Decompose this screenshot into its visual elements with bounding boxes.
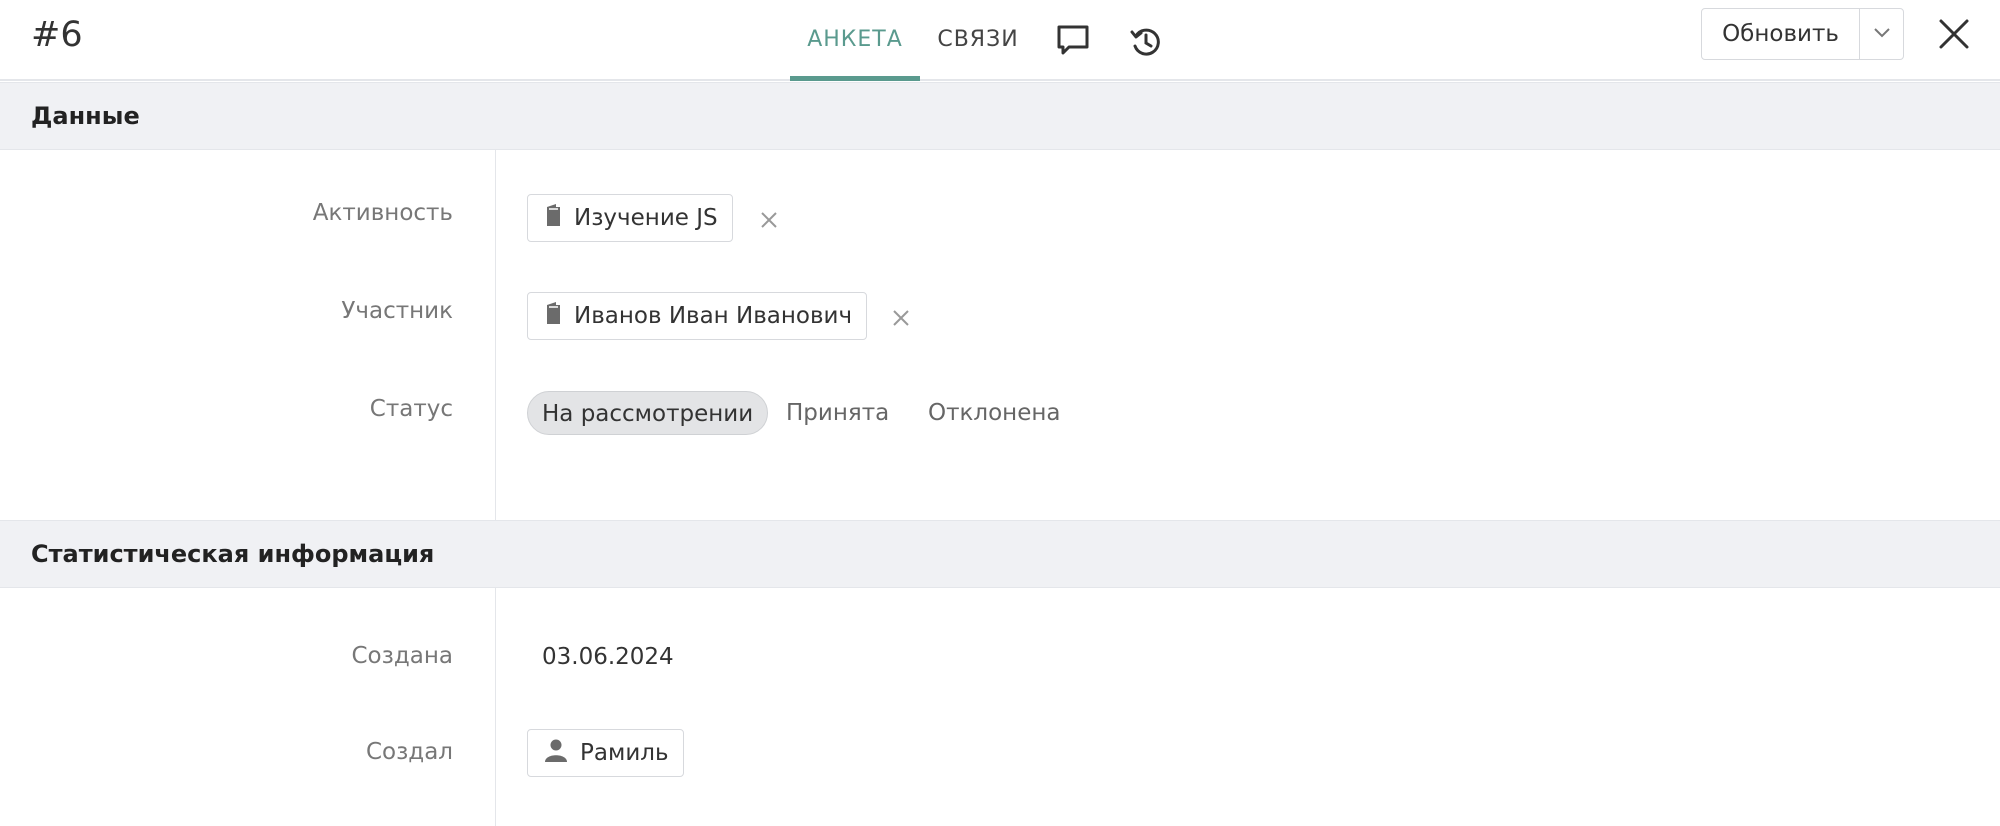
close-icon	[893, 310, 909, 326]
participant-chip[interactable]: Иванов Иван Иванович	[527, 292, 868, 340]
field-label-created-by: Создал	[365, 739, 453, 765]
section-header-data: Данные	[0, 82, 2000, 150]
field-label-created: Создана	[351, 643, 454, 669]
created-by-chip[interactable]: Рамиль	[527, 729, 684, 777]
remove-activity-button[interactable]	[759, 210, 779, 230]
field-label-status: Статус	[369, 396, 453, 422]
section-title: Статистическая информация	[31, 540, 435, 568]
close-icon	[1937, 19, 1971, 55]
column-divider	[495, 588, 496, 826]
field-label-activity: Активность	[312, 200, 453, 226]
tab-anketa[interactable]: АНКЕТА	[790, 0, 920, 81]
section-body-data: Активность Изучение JS Участник Иванов И…	[0, 150, 2000, 520]
book-icon	[544, 301, 562, 331]
close-button[interactable]	[1937, 17, 1971, 51]
update-button-group: Обновить	[1701, 8, 1904, 60]
status-option-review[interactable]: На рассмотрении	[527, 391, 769, 435]
section-title: Данные	[31, 102, 140, 130]
user-icon	[544, 738, 568, 768]
record-header: #6 АНКЕТА СВЯЗИ Обновить	[0, 0, 2000, 81]
book-icon	[544, 203, 562, 233]
activity-value: Изучение JS	[574, 205, 718, 231]
update-button[interactable]: Обновить	[1702, 9, 1859, 59]
remove-participant-button[interactable]	[891, 308, 911, 328]
created-by-value: Рамиль	[580, 740, 669, 766]
record-id: #6	[31, 15, 83, 55]
field-label-participant: Участник	[341, 298, 453, 324]
created-date: 03.06.2024	[542, 644, 674, 670]
history-icon[interactable]	[1130, 26, 1162, 62]
tab-links[interactable]: СВЯЗИ	[930, 0, 1026, 81]
column-divider	[495, 150, 496, 520]
update-dropdown-toggle[interactable]	[1859, 9, 1904, 59]
status-option-accepted[interactable]: Принята	[786, 391, 889, 435]
activity-chip[interactable]: Изучение JS	[527, 194, 733, 242]
participant-value: Иванов Иван Иванович	[574, 303, 853, 329]
close-icon	[761, 212, 777, 228]
section-body-stats: Создана 03.06.2024 Создал Рамиль	[0, 588, 2000, 826]
section-header-stats: Статистическая информация	[0, 520, 2000, 588]
comment-icon[interactable]	[1056, 24, 1090, 60]
status-option-rejected[interactable]: Отклонена	[928, 391, 1061, 435]
